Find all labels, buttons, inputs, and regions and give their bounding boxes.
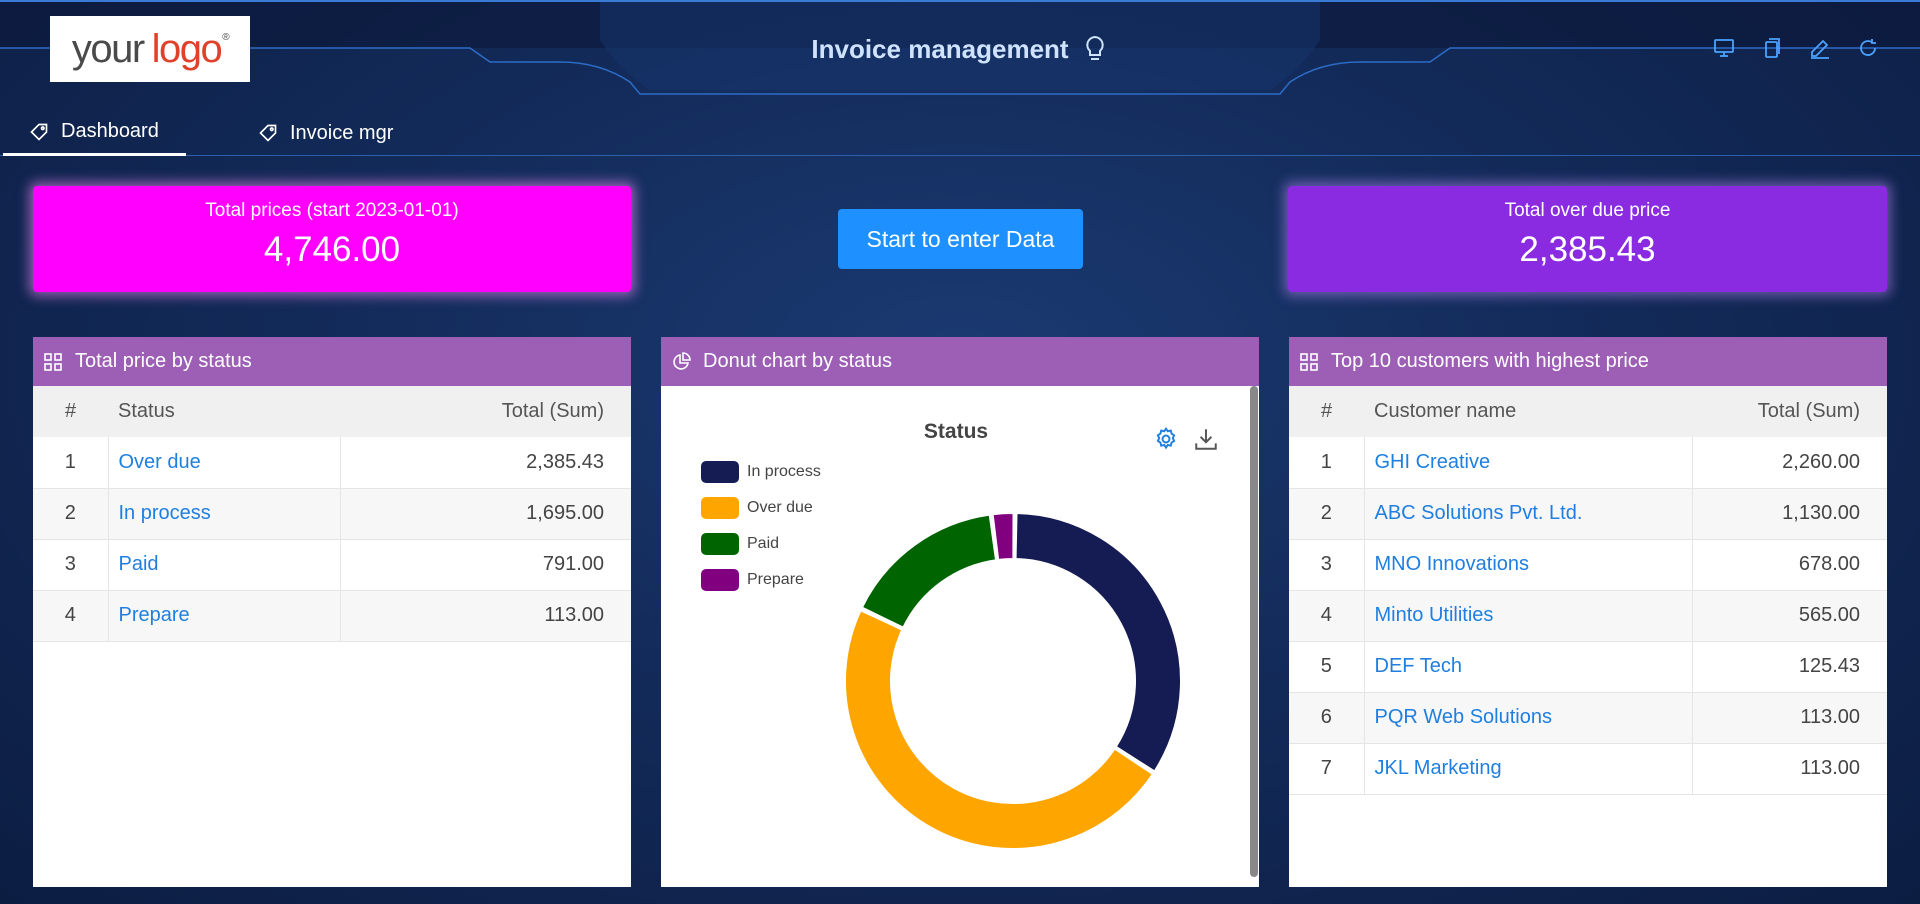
row-num: 5 bbox=[1289, 641, 1365, 693]
table-row: 3 Paid 791.00 bbox=[33, 539, 631, 591]
row-total: 2,385.43 bbox=[340, 437, 631, 489]
row-num: 2 bbox=[33, 488, 109, 540]
table-row: 3 MNO Innovations 678.00 bbox=[1289, 539, 1887, 591]
status-link[interactable]: In process bbox=[119, 502, 211, 524]
row-num: 2 bbox=[1289, 488, 1365, 540]
table-row: 6 PQR Web Solutions 113.00 bbox=[1289, 692, 1887, 744]
panel-header: Total price by status bbox=[33, 337, 631, 386]
customer-link[interactable]: ABC Solutions Pvt. Ltd. bbox=[1375, 502, 1583, 524]
col-customer-name[interactable]: Customer name bbox=[1364, 386, 1693, 437]
tab-invoice-mgr[interactable]: Invoice mgr bbox=[258, 110, 418, 156]
row-num: 1 bbox=[1289, 437, 1365, 489]
table-row: 7 JKL Marketing 113.00 bbox=[1289, 743, 1887, 795]
kpi-overdue-label: Total over due price bbox=[1504, 200, 1671, 221]
table-row: 5 DEF Tech 125.43 bbox=[1289, 641, 1887, 693]
app-title: Invoice management bbox=[0, 34, 1920, 65]
customer-link[interactable]: JKL Marketing bbox=[1375, 757, 1502, 779]
row-num: 4 bbox=[33, 590, 109, 642]
panel-top-customers: Top 10 customers with highest price # Cu… bbox=[1289, 337, 1887, 887]
row-total: 125.43 bbox=[1692, 641, 1887, 693]
kpi-total-prices: Total prices (start 2023-01-01) 4,746.00 bbox=[33, 186, 631, 292]
chart-area: Status In process Over due Paid Prepare bbox=[661, 386, 1259, 887]
lightbulb-icon[interactable] bbox=[1083, 35, 1109, 65]
donut-chart bbox=[844, 512, 1182, 850]
donut-slice-paid[interactable] bbox=[860, 513, 998, 630]
tab-invoice-mgr-label: Invoice mgr bbox=[290, 121, 394, 144]
chart-scrollbar[interactable] bbox=[1250, 386, 1258, 877]
col-num[interactable]: # bbox=[33, 386, 108, 437]
tab-dashboard-label: Dashboard bbox=[61, 120, 159, 142]
row-total: 113.00 bbox=[1692, 743, 1887, 795]
status-link[interactable]: Paid bbox=[119, 553, 159, 575]
status-table: # Status Total (Sum) 1 Over due 2,385.43… bbox=[33, 386, 631, 642]
row-total: 113.00 bbox=[1692, 692, 1887, 744]
kpi-total-label: Total prices (start 2023-01-01) bbox=[205, 200, 459, 221]
header-toolbar bbox=[1712, 36, 1880, 60]
panel-title: Top 10 customers with highest price bbox=[1331, 350, 1649, 372]
donut-slice-over-due[interactable] bbox=[844, 608, 1155, 850]
table-header-row: # Status Total (Sum) bbox=[33, 386, 631, 437]
col-num[interactable]: # bbox=[1289, 386, 1364, 437]
pie-chart-icon bbox=[673, 351, 691, 370]
status-link[interactable]: Prepare bbox=[119, 604, 190, 626]
tab-bar: Dashboard Invoice mgr bbox=[0, 110, 1920, 156]
row-total: 565.00 bbox=[1692, 590, 1887, 642]
row-total: 2,260.00 bbox=[1692, 437, 1887, 489]
col-total[interactable]: Total (Sum) bbox=[340, 386, 631, 437]
panel-header: Donut chart by status bbox=[661, 337, 1259, 386]
row-num: 3 bbox=[33, 539, 109, 591]
grid-icon bbox=[44, 352, 62, 371]
customer-link[interactable]: GHI Creative bbox=[1375, 451, 1491, 473]
tab-dashboard[interactable]: Dashboard bbox=[3, 110, 186, 156]
kpi-total-value: 4,746.00 bbox=[263, 230, 401, 269]
row-num: 3 bbox=[1289, 539, 1365, 591]
monitor-icon[interactable] bbox=[1712, 36, 1736, 60]
table-row: 1 Over due 2,385.43 bbox=[33, 437, 631, 489]
copy-icon[interactable] bbox=[1760, 36, 1784, 60]
col-total[interactable]: Total (Sum) bbox=[1693, 386, 1887, 437]
grid-icon bbox=[1300, 352, 1318, 371]
customers-table: # Customer name Total (Sum) 1 GHI Creati… bbox=[1289, 386, 1887, 795]
panel-title: Donut chart by status bbox=[703, 350, 892, 372]
row-total: 1,130.00 bbox=[1692, 488, 1887, 540]
start-enter-data-button[interactable]: Start to enter Data bbox=[838, 209, 1083, 269]
row-total: 113.00 bbox=[340, 590, 631, 642]
panel-donut-chart: Donut chart by status Status In process O… bbox=[661, 337, 1259, 887]
customer-link[interactable]: DEF Tech bbox=[1375, 655, 1462, 677]
tag-icon bbox=[259, 124, 277, 142]
tag-icon bbox=[30, 123, 48, 141]
row-total: 678.00 bbox=[1692, 539, 1887, 591]
row-total: 791.00 bbox=[340, 539, 631, 591]
donut-slice-in-process[interactable] bbox=[1014, 512, 1182, 773]
app-title-text: Invoice management bbox=[811, 34, 1069, 64]
panel-header: Top 10 customers with highest price bbox=[1289, 337, 1887, 386]
col-status[interactable]: Status bbox=[108, 386, 340, 437]
customer-link[interactable]: PQR Web Solutions bbox=[1375, 706, 1553, 728]
table-row: 1 GHI Creative 2,260.00 bbox=[1289, 437, 1887, 489]
customer-link[interactable]: Minto Utilities bbox=[1375, 604, 1494, 626]
row-num: 1 bbox=[33, 437, 109, 489]
refresh-icon[interactable] bbox=[1856, 36, 1880, 60]
edit-icon[interactable] bbox=[1808, 36, 1832, 60]
row-num: 6 bbox=[1289, 692, 1365, 744]
table-row: 2 In process 1,695.00 bbox=[33, 488, 631, 540]
table-row: 4 Minto Utilities 565.00 bbox=[1289, 590, 1887, 642]
panel-total-price-by-status: Total price by status # Status Total (Su… bbox=[33, 337, 631, 887]
table-row: 4 Prepare 113.00 bbox=[33, 590, 631, 642]
table-header-row: # Customer name Total (Sum) bbox=[1289, 386, 1887, 437]
app-header: your logo ® Invoice management bbox=[0, 0, 1920, 110]
table-row: 2 ABC Solutions Pvt. Ltd. 1,130.00 bbox=[1289, 488, 1887, 540]
row-num: 4 bbox=[1289, 590, 1365, 642]
row-total: 1,695.00 bbox=[340, 488, 631, 540]
row-num: 7 bbox=[1289, 743, 1365, 795]
kpi-overdue-price: Total over due price 2,385.43 bbox=[1288, 186, 1887, 292]
kpi-overdue-value: 2,385.43 bbox=[1519, 230, 1656, 269]
customer-link[interactable]: MNO Innovations bbox=[1375, 553, 1530, 575]
panel-title: Total price by status bbox=[75, 350, 252, 372]
status-link[interactable]: Over due bbox=[119, 451, 201, 473]
